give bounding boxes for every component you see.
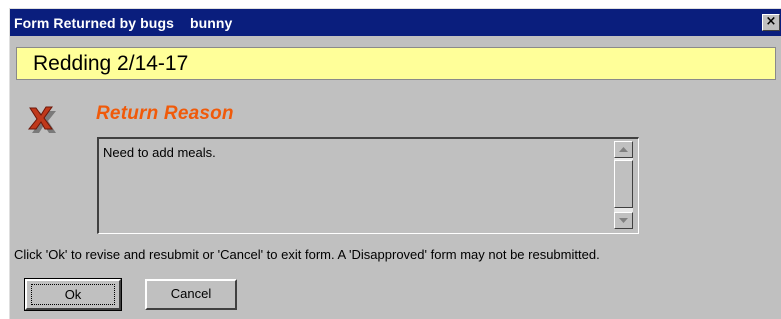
instructions-text: Click 'Ok' to revise and resubmit or 'Ca… <box>14 247 600 262</box>
cancel-button-label: Cancel <box>170 286 212 301</box>
red-x-icon <box>27 106 56 133</box>
window-title: Form Returned by bugs bunny <box>14 15 233 31</box>
ok-button-label: Ok <box>64 287 82 302</box>
return-reason-textarea[interactable]: Need to add meals. <box>97 137 639 234</box>
form-name: Redding 2/14-17 <box>33 52 189 75</box>
title-bar[interactable]: Form Returned by bugs bunny × <box>10 9 781 36</box>
cancel-button[interactable]: Cancel <box>145 279 237 310</box>
vertical-scrollbar[interactable] <box>614 141 633 229</box>
scroll-up-button[interactable] <box>614 141 633 158</box>
arrow-down-icon <box>619 218 628 223</box>
ok-button-focus: Ok <box>31 284 115 305</box>
return-reason-dialog: Form Returned by bugs bunny × Redding 2/… <box>9 8 781 319</box>
scroll-thumb[interactable] <box>614 160 633 208</box>
arrow-up-icon <box>619 147 628 152</box>
scroll-down-button[interactable] <box>614 212 633 229</box>
ok-button[interactable]: Ok <box>24 278 122 311</box>
return-reason-text: Need to add meals. <box>103 145 216 160</box>
return-reason-heading: Return Reason <box>96 103 234 124</box>
close-icon: × <box>765 14 777 29</box>
form-name-banner: Redding 2/14-17 <box>16 47 776 80</box>
close-button[interactable]: × <box>762 14 780 31</box>
